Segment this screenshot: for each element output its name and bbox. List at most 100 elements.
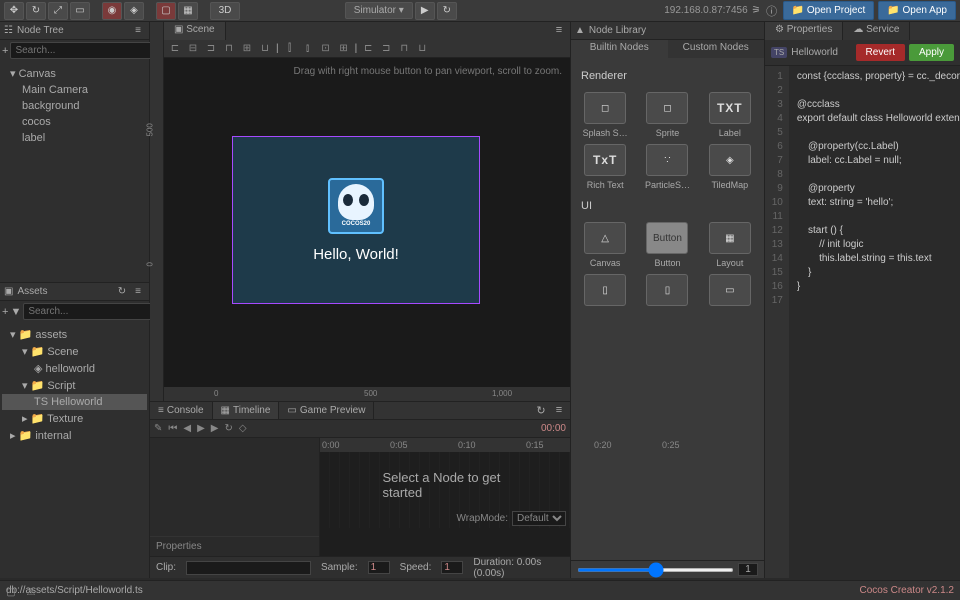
canvas-frame[interactable]: COCOS20 Hello, World!: [232, 136, 480, 304]
assets-root[interactable]: ▾ 📁 assets: [2, 326, 147, 343]
custom-nodes-tab[interactable]: Custom Nodes: [668, 40, 765, 58]
zoom-value: 1: [738, 563, 758, 576]
scene-tab[interactable]: ▣ Scene: [164, 22, 226, 40]
builtin-nodes-tab[interactable]: Builtin Nodes: [571, 40, 668, 58]
layout-item[interactable]: ▦Layout: [702, 222, 758, 268]
game-preview-tab[interactable]: ▭ Game Preview: [279, 402, 374, 419]
add-asset-button[interactable]: +: [2, 306, 8, 318]
tool-rotate-icon[interactable]: ↻: [26, 2, 46, 20]
clip-dropdown[interactable]: [186, 561, 311, 575]
open-project-button[interactable]: 📁 Open Project: [783, 1, 875, 20]
canvas-item[interactable]: △Canvas: [577, 222, 633, 268]
node-tree-panel: ☷Node Tree≡ + ⌕ ↻ ⇱ ▾ Canvas Main Camera…: [0, 22, 150, 282]
timeline-tab[interactable]: ▦ Timeline: [213, 402, 280, 419]
richtext-item[interactable]: TxTRich Text: [577, 144, 633, 190]
status-bar: db://assets/Script/Helloworld.ts Cocos C…: [0, 580, 960, 600]
assets-search-input[interactable]: [23, 303, 165, 320]
open-app-button[interactable]: 📁 Open App: [878, 1, 956, 20]
play-icon[interactable]: ▶: [197, 423, 205, 434]
revert-button[interactable]: Revert: [856, 44, 905, 61]
scene-viewport[interactable]: Drag with right mouse button to pan view…: [164, 58, 570, 387]
pageview-item[interactable]: ▯: [639, 274, 695, 306]
align-bottom-icon[interactable]: ⊔: [258, 42, 272, 56]
sprite-item[interactable]: ◻Sprite: [639, 92, 695, 138]
tool-scale-icon[interactable]: ⤢: [48, 2, 68, 20]
assets-helloworld-script[interactable]: TS Helloworld: [2, 394, 147, 410]
loop-icon[interactable]: ↻: [225, 423, 233, 434]
refresh-icon[interactable]: ↻: [534, 404, 548, 417]
align-center-h-icon[interactable]: ⊟: [186, 42, 200, 56]
assets-internal[interactable]: ▸ 📁 internal: [2, 427, 147, 444]
assets-scene-folder[interactable]: ▾ 📁 Scene: [2, 343, 147, 360]
tiledmap-item[interactable]: ◈TiledMap: [702, 144, 758, 190]
tool-move-icon[interactable]: ✥: [4, 2, 24, 20]
code-editor[interactable]: 1 2 3 4 5 6 7 8 9 10 11 12 13 14 15 16 1…: [765, 66, 960, 578]
scene-align-tools: ⊏ ⊟ ⊐ ⊓ ⊞ ⊔ | ⫿ ⫾ ⊡ ⊞ | ⊏ ⊐ ⊓ ⊔: [164, 40, 570, 58]
tree-item-camera[interactable]: Main Camera: [2, 82, 147, 98]
snap-icon[interactable]: ▦: [178, 2, 198, 20]
hierarchy-icon: ☷: [4, 25, 13, 36]
play-button[interactable]: ▶: [415, 2, 435, 20]
align-right-icon[interactable]: ⊐: [204, 42, 218, 56]
speed-input[interactable]: 1: [441, 561, 463, 574]
wifi-icon: ⚞: [752, 5, 761, 16]
time-display: 00:00: [541, 423, 566, 434]
zoom-slider[interactable]: [577, 568, 734, 572]
record-icon[interactable]: ▢: [156, 2, 176, 20]
tree-item-cocos[interactable]: cocos: [2, 114, 147, 130]
scrollview-item[interactable]: ▯: [577, 274, 633, 306]
timeline-properties-label: Properties: [150, 536, 319, 556]
panel-opts-icon[interactable]: ≡: [131, 25, 145, 36]
simulator-dropdown[interactable]: Simulator ▾: [345, 2, 413, 19]
cocos-logo: COCOS20: [328, 178, 384, 234]
main-toolbar: ✥ ↻ ⤢ ▭ ◉ ◈ ▢ ▦ 3D Simulator ▾ ▶ ↻ 192.1…: [0, 0, 960, 22]
reload-button[interactable]: ↻: [437, 2, 457, 20]
splash-sprite-item[interactable]: ◻Splash S…: [577, 92, 633, 138]
ts-badge: TS: [771, 47, 787, 58]
ruler-vertical: 500 0: [150, 22, 164, 401]
tool-rect-icon[interactable]: ▭: [70, 2, 90, 20]
align-middle-icon[interactable]: ⊞: [240, 42, 254, 56]
align-top-icon[interactable]: ⊓: [222, 42, 236, 56]
3d-toggle[interactable]: 3D: [210, 2, 240, 20]
filter-icon[interactable]: ▼: [10, 306, 21, 318]
label-item[interactable]: TXTLabel: [702, 92, 758, 138]
info-icon[interactable]: ⓘ: [765, 3, 779, 19]
add-node-button[interactable]: +: [2, 45, 8, 57]
edit-icon[interactable]: ✎: [154, 423, 162, 434]
status-warn-icon[interactable]: ⚠: [24, 587, 38, 598]
ip-label: 192.168.0.87:7456: [664, 5, 747, 16]
first-frame-icon[interactable]: ⏮: [168, 423, 177, 434]
align-left-icon[interactable]: ⊏: [168, 42, 182, 56]
particle-item[interactable]: ∵ParticleS…: [639, 144, 695, 190]
event-icon[interactable]: ◇: [239, 423, 247, 434]
assets-opts-icon[interactable]: ↻: [115, 286, 129, 297]
wrapmode-select[interactable]: Default: [512, 511, 566, 526]
timeline-message: Select a Node to get started: [383, 470, 508, 500]
node-search-input[interactable]: [10, 42, 152, 59]
next-frame-icon[interactable]: ▶: [211, 423, 219, 434]
duration-label: Duration: 0.00s (0.00s): [473, 557, 564, 579]
tree-item-background[interactable]: background: [2, 98, 147, 114]
sample-input[interactable]: 1: [368, 561, 390, 574]
assets-texture-folder[interactable]: ▸ 📁 Texture: [2, 410, 147, 427]
tree-item-label[interactable]: label: [2, 130, 147, 146]
service-tab[interactable]: ☁ Service: [843, 22, 910, 40]
status-console-icon[interactable]: ▢: [4, 587, 18, 598]
assets-helloworld-scene[interactable]: ◈ helloworld: [2, 360, 147, 377]
tree-item-canvas[interactable]: ▾ Canvas: [2, 65, 147, 82]
progress-item[interactable]: ▭: [702, 274, 758, 306]
anchor-toggle-icon[interactable]: ◉: [102, 2, 122, 20]
prev-frame-icon[interactable]: ◀: [183, 423, 191, 434]
dist-h-icon[interactable]: ⫿: [283, 42, 297, 56]
console-tab[interactable]: ≡ Console: [150, 402, 213, 419]
local-toggle-icon[interactable]: ◈: [124, 2, 144, 20]
timeline-ruler: 0:00 0:05 0:10 0:15 0:20 0:25: [320, 438, 570, 452]
button-item[interactable]: ButtonButton: [639, 222, 695, 268]
assets-script-folder[interactable]: ▾ 📁 Script: [2, 377, 147, 394]
properties-tab[interactable]: ⚙ Properties: [765, 22, 843, 40]
dist-v-icon[interactable]: ⫾: [301, 42, 315, 56]
node-library-panel: ▲Node Library Builtin Nodes Custom Nodes…: [570, 22, 765, 578]
apply-button[interactable]: Apply: [909, 44, 954, 61]
assets-icon: ▣: [4, 286, 13, 297]
